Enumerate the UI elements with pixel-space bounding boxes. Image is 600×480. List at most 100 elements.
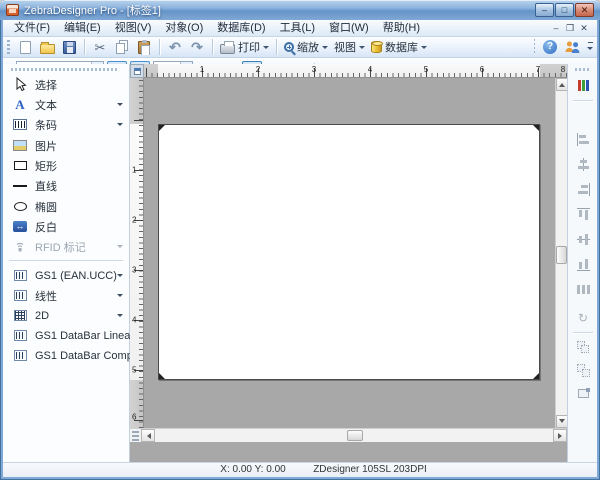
- barcode-group-databar-linear[interactable]: GS1 DataBar Linear: [7, 326, 127, 345]
- label-page[interactable]: [158, 124, 540, 380]
- undo-button[interactable]: ↶: [165, 38, 185, 57]
- scrollbar-grip[interactable]: [132, 431, 139, 441]
- zoom-label: 缩放: [297, 39, 319, 55]
- mdi-minimize-button[interactable]: –: [549, 22, 563, 35]
- toolbar-overflow-button[interactable]: [587, 42, 593, 53]
- ruler-origin-button[interactable]: [130, 64, 144, 78]
- picture-icon: [13, 140, 27, 151]
- horizontal-ruler: 1 2 3 4 5 6 7 8: [144, 64, 567, 78]
- scroll-left-button[interactable]: [141, 429, 155, 442]
- open-folder-icon: [40, 44, 55, 54]
- redo-button[interactable]: ↷: [187, 38, 207, 57]
- triangle-down-icon: [559, 419, 565, 426]
- rfid-icon: [11, 241, 29, 253]
- toolbar-separator: [573, 332, 593, 333]
- undo-arrow-icon: ↶: [169, 40, 181, 54]
- print-button[interactable]: 打印: [218, 38, 271, 57]
- tool-rectangle[interactable]: 矩形: [7, 156, 127, 175]
- align-center-horizontal-button[interactable]: [574, 155, 592, 173]
- minimize-button[interactable]: –: [535, 3, 554, 17]
- copy-button[interactable]: [112, 38, 132, 57]
- chevron-down-icon: [322, 46, 328, 52]
- menu-object[interactable]: 对象(O): [158, 20, 210, 36]
- page-corner-mark: [159, 373, 165, 379]
- print-label: 打印: [238, 39, 260, 55]
- toolbox-grip[interactable]: [11, 68, 119, 71]
- save-button[interactable]: [59, 38, 79, 57]
- ungroup-icon: [577, 364, 590, 377]
- mdi-close-button[interactable]: ✕: [577, 22, 591, 35]
- database-label: 数据库: [385, 39, 418, 55]
- paste-button[interactable]: [134, 38, 154, 57]
- open-button[interactable]: [37, 38, 57, 57]
- contacts-button[interactable]: [562, 38, 583, 57]
- menu-help[interactable]: 帮助(H): [376, 20, 427, 36]
- scroll-right-button[interactable]: [553, 429, 567, 442]
- menu-database[interactable]: 数据库(D): [210, 20, 272, 36]
- rotate-button[interactable]: ↻: [574, 309, 592, 327]
- menu-tools[interactable]: 工具(L): [273, 20, 322, 36]
- group-button[interactable]: [574, 338, 592, 356]
- barcode-group-databar-composite[interactable]: GS1 DataBar Composite: [7, 346, 127, 365]
- triangle-right-icon: [558, 433, 565, 439]
- vertical-scroll-thumb[interactable]: [556, 246, 567, 264]
- mdi-window-controls: – ❐ ✕: [549, 22, 591, 35]
- tool-line[interactable]: 直线: [7, 176, 127, 195]
- tool-inverse[interactable]: ↔ 反白: [7, 217, 127, 236]
- chevron-down-icon: [117, 123, 123, 129]
- toolbar-separator: [534, 39, 535, 55]
- distribute-horizontal-icon: [577, 283, 590, 296]
- chevron-down-icon: [359, 46, 365, 52]
- page-corner-mark: [533, 373, 539, 379]
- title-bar[interactable]: ZebraDesigner Pro - [标签1] – □ ✕: [0, 0, 600, 20]
- tool-select[interactable]: 选择: [7, 75, 127, 94]
- barcode-group-2d[interactable]: 2D: [7, 306, 127, 325]
- align-bottom-button[interactable]: [574, 255, 592, 273]
- ruler-number: 5: [424, 65, 428, 74]
- database-button[interactable]: 数据库: [369, 38, 429, 57]
- copy-icon: [116, 43, 125, 54]
- menu-bar: 文件(F) 编辑(E) 视图(V) 对象(O) 数据库(D) 工具(L) 窗口(…: [3, 20, 597, 37]
- tool-text[interactable]: A 文本: [7, 95, 127, 114]
- object-properties-button[interactable]: [574, 384, 592, 402]
- menu-file[interactable]: 文件(F): [7, 20, 57, 36]
- chevron-down-icon: [117, 294, 123, 300]
- tool-rfid[interactable]: RFID 标记: [7, 237, 127, 256]
- database-cylinder-icon: [371, 41, 382, 53]
- menu-view[interactable]: 视图(V): [108, 20, 159, 36]
- help-button[interactable]: ?: [540, 38, 560, 57]
- barcode-group-linear[interactable]: 线性: [7, 286, 127, 305]
- align-top-button[interactable]: [574, 205, 592, 223]
- canvas-background[interactable]: [144, 78, 555, 428]
- cut-button[interactable]: ✂: [90, 38, 110, 57]
- maximize-button[interactable]: □: [555, 3, 574, 17]
- distribute-horizontal-button[interactable]: [574, 280, 592, 298]
- tool-ellipse[interactable]: 椭圆: [7, 197, 127, 216]
- mdi-restore-button[interactable]: ❐: [563, 22, 577, 35]
- toolbar-grip[interactable]: [7, 40, 10, 54]
- horizontal-scroll-thumb[interactable]: [347, 430, 363, 441]
- menu-edit[interactable]: 编辑(E): [57, 20, 108, 36]
- new-document-icon: [20, 41, 31, 54]
- vertical-scrollbar[interactable]: [555, 78, 567, 428]
- horizontal-scrollbar[interactable]: [130, 428, 567, 442]
- tool-barcode[interactable]: 条码: [7, 115, 127, 134]
- ruler-number: 1: [132, 166, 136, 175]
- new-button[interactable]: [15, 38, 35, 57]
- align-right-button[interactable]: [574, 180, 592, 198]
- menu-window[interactable]: 窗口(W): [322, 20, 376, 36]
- ungroup-button[interactable]: [574, 361, 592, 379]
- page-corner-mark: [533, 125, 539, 131]
- align-middle-vertical-button[interactable]: [574, 230, 592, 248]
- zoom-button[interactable]: 缩放: [282, 38, 330, 57]
- view-button[interactable]: 视图: [332, 38, 367, 57]
- color-palette-button[interactable]: [574, 76, 592, 94]
- gs1-barcode-icon: [14, 270, 27, 281]
- ruler-number: 2: [132, 216, 136, 225]
- barcode-group-gs1[interactable]: GS1 (EAN.UCC): [7, 266, 127, 285]
- align-left-button[interactable]: [574, 130, 592, 148]
- close-button[interactable]: ✕: [575, 3, 594, 17]
- printer-status: ZDesigner 105SL 203DPI: [290, 464, 450, 475]
- tool-picture[interactable]: 图片: [7, 136, 127, 155]
- toolbar-grip[interactable]: [575, 68, 591, 71]
